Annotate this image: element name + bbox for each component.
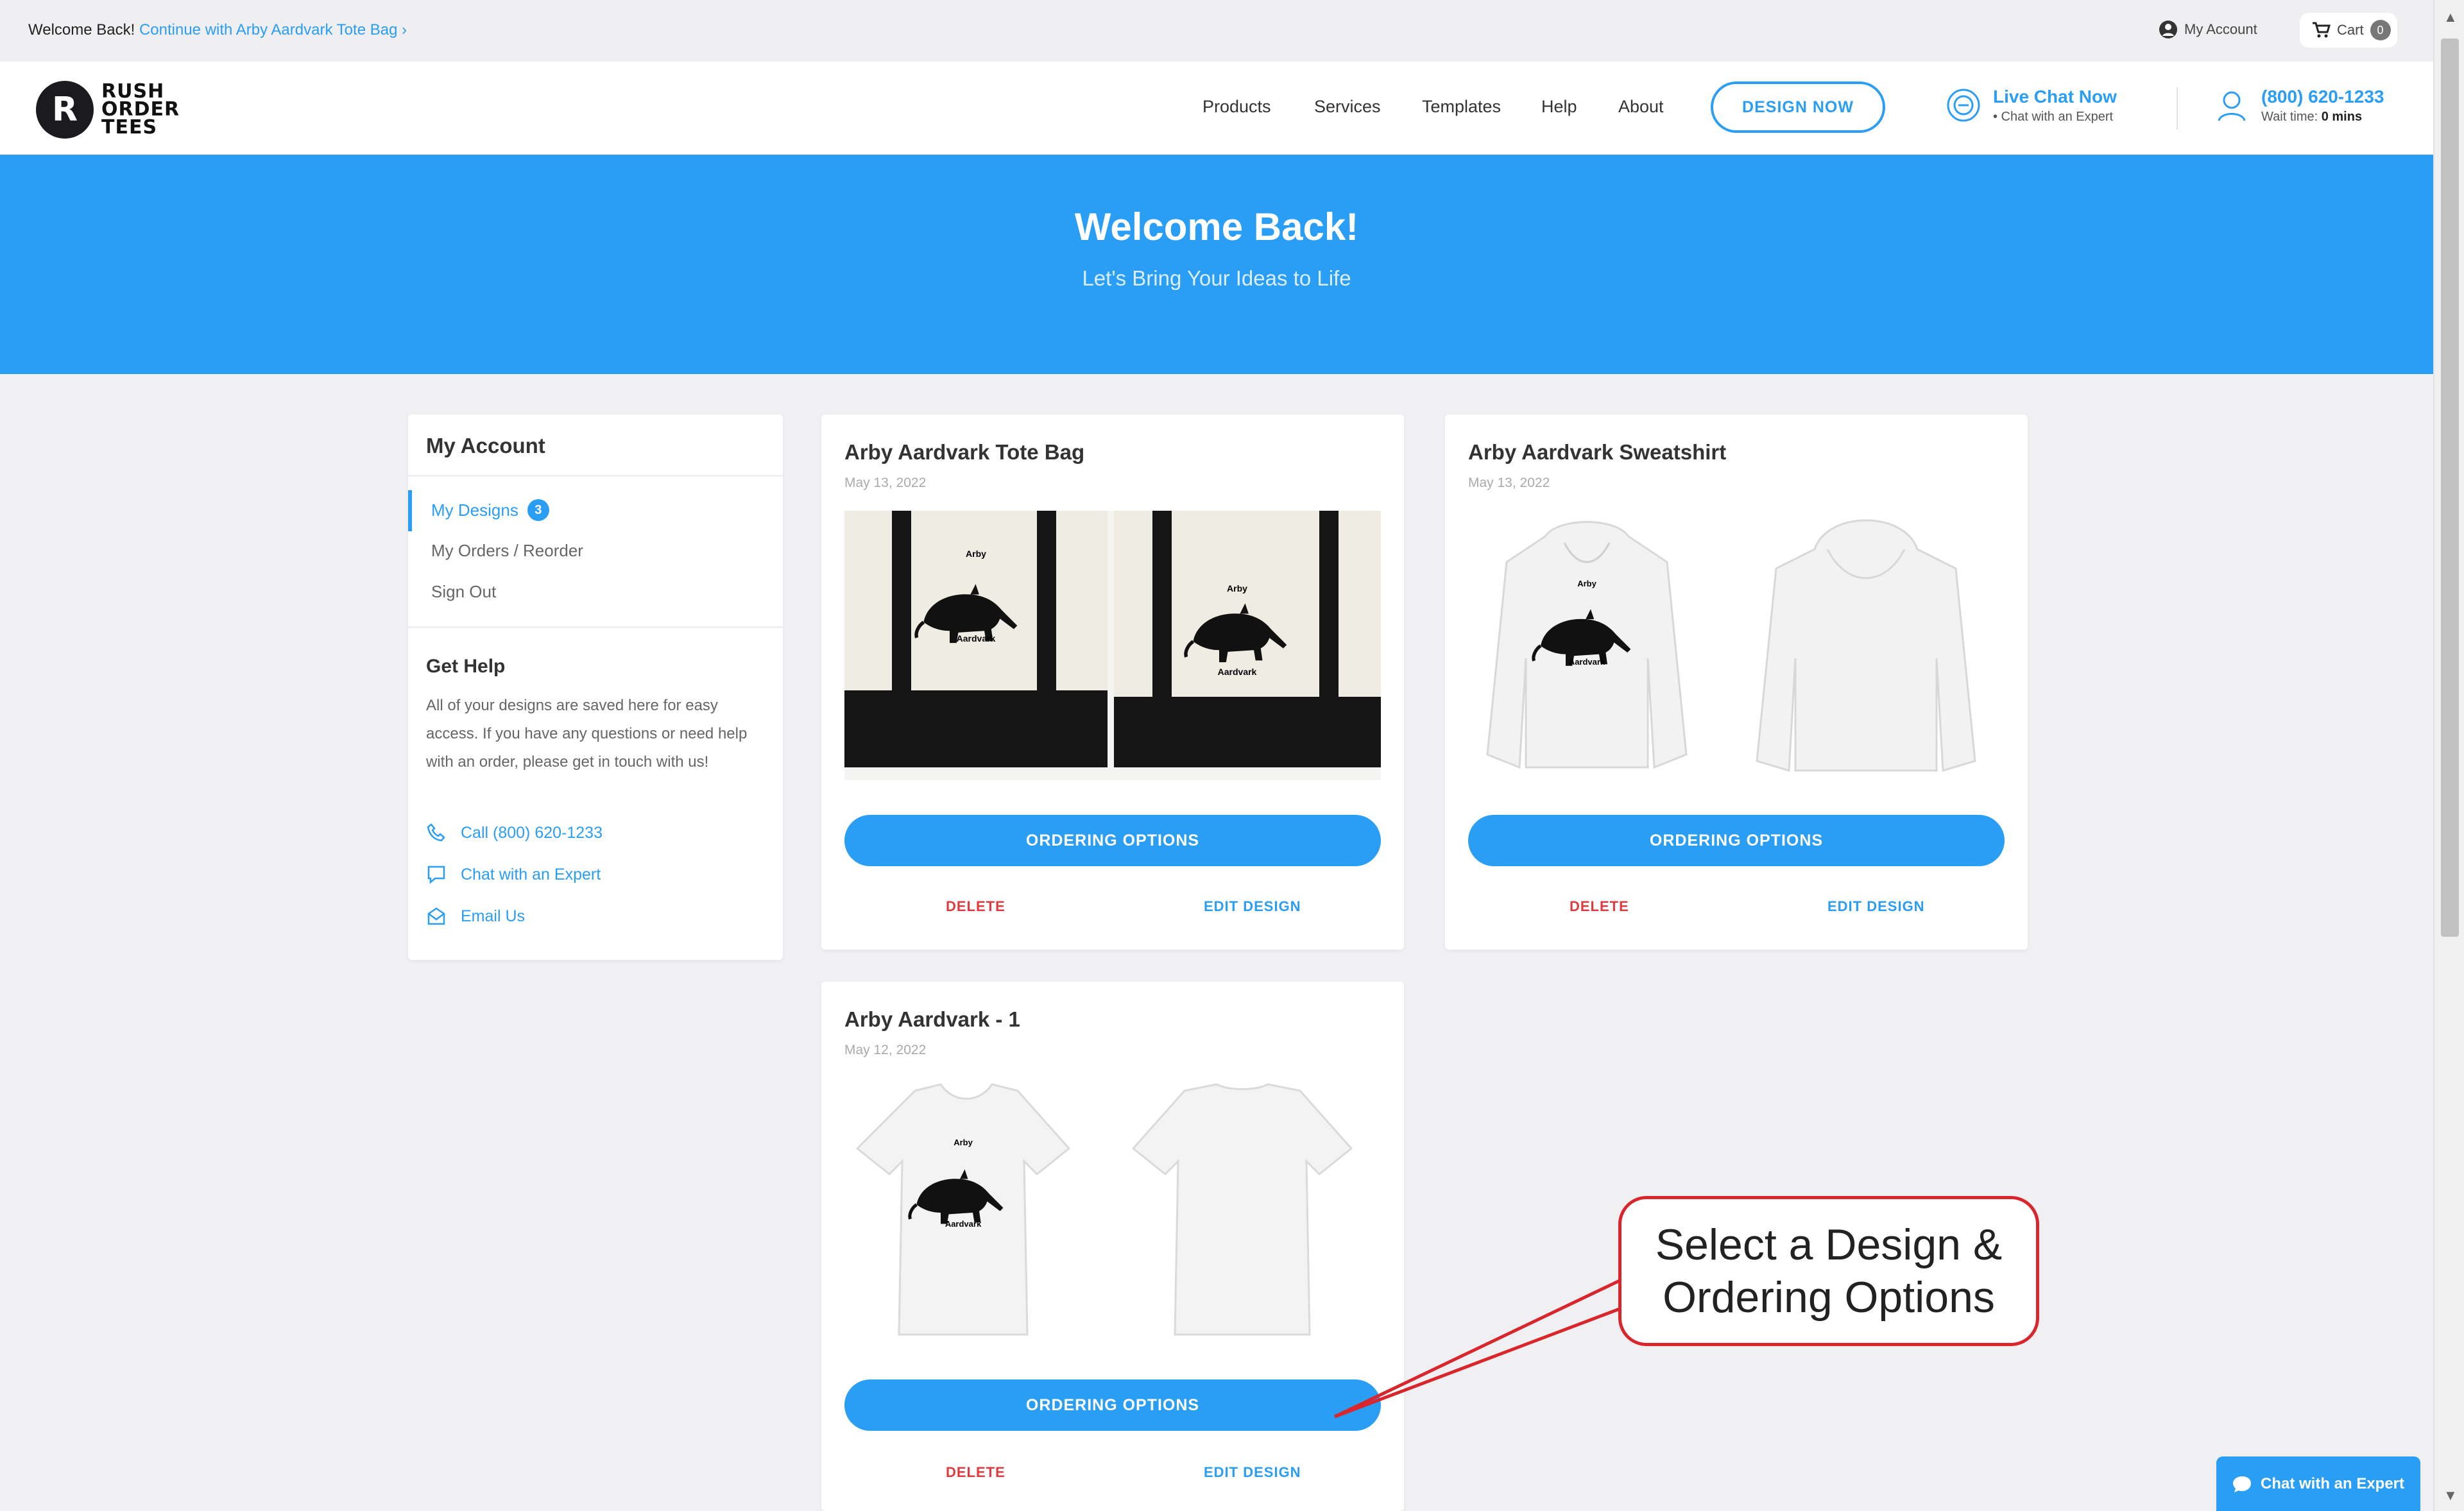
page-scrollbar[interactable]: ▲ ▼ bbox=[2433, 0, 2464, 1511]
scroll-up-arrow-icon[interactable]: ▲ bbox=[2443, 9, 2458, 26]
scrollbar-thumb[interactable] bbox=[2441, 38, 2459, 937]
scroll-down-arrow-icon[interactable]: ▼ bbox=[2443, 1487, 2458, 1504]
callout-line-2: Ordering Options bbox=[1663, 1273, 1995, 1322]
callout-pointer bbox=[1333, 1279, 1621, 1419]
chat-widget-label: Chat with an Expert bbox=[2260, 1474, 2405, 1492]
callout-line-1: Select a Design & bbox=[1655, 1220, 2003, 1269]
chat-widget-button[interactable]: Chat with an Expert bbox=[2216, 1456, 2420, 1511]
instruction-callout: Select a Design & Ordering Options bbox=[1618, 1196, 2039, 1346]
chat-bubble-icon bbox=[2232, 1476, 2251, 1492]
